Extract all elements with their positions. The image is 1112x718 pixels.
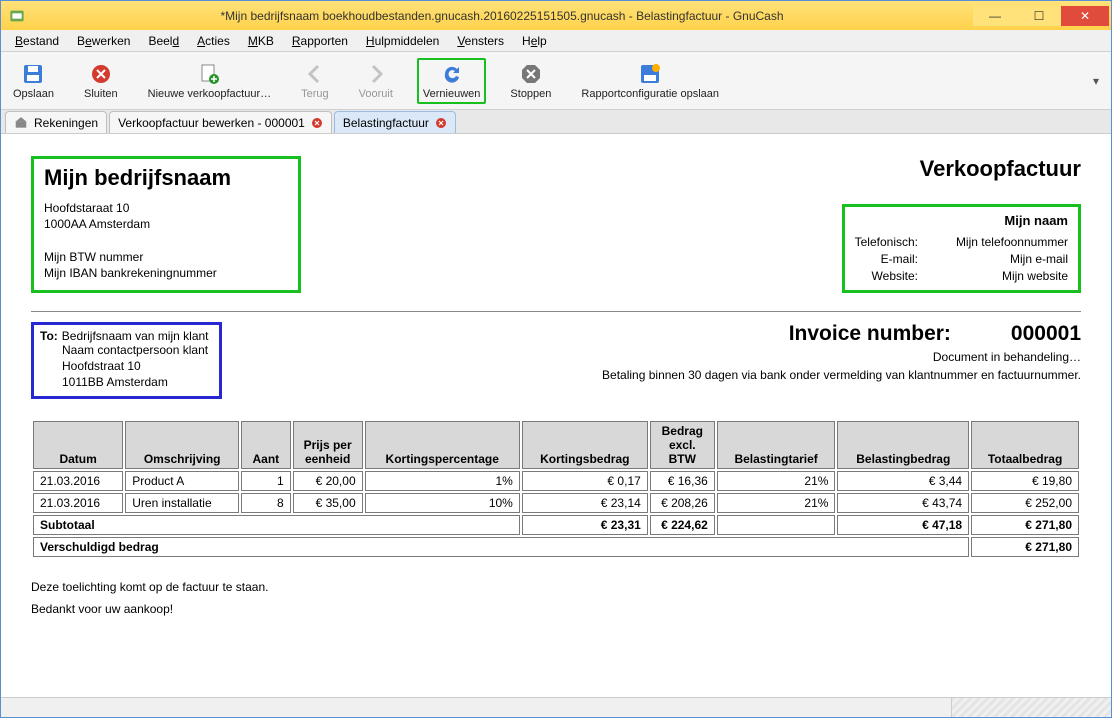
invoice-type: Verkoopfactuur <box>842 156 1081 182</box>
footer-notes: Deze toelichting komt op de factuur te s… <box>31 577 1081 620</box>
col-totaal: Totaalbedrag <box>971 421 1079 469</box>
table-row: 21.03.2016 Product A 1 € 20,00 1% € 0,17… <box>33 471 1079 491</box>
company-block: Mijn bedrijfsnaam Hoofdstaraat 10 1000AA… <box>31 156 301 293</box>
col-bedrag-excl: Bedrag excl. BTW <box>650 421 715 469</box>
table-row: 21.03.2016 Uren installatie 8 € 35,00 10… <box>33 493 1079 513</box>
menu-bewerken[interactable]: Bewerken <box>69 32 138 50</box>
statusbar <box>1 697 1111 717</box>
mid-row: To:Bedrijfsnaam van mijn klant Naam cont… <box>31 322 1081 399</box>
resize-grip[interactable] <box>951 698 1111 717</box>
refresh-icon <box>440 62 464 86</box>
invoice-number: 000001 <box>1011 322 1081 346</box>
subtotal-row: Subtotaal € 23,31 € 224,62 € 47,18 € 271… <box>33 515 1079 535</box>
toolbar: Opslaan Sluiten Nieuwe verkoopfactuur… T… <box>1 52 1111 110</box>
report-content: Mijn bedrijfsnaam Hoofdstaraat 10 1000AA… <box>1 134 1111 697</box>
save-report-config-button[interactable]: Rapportconfiguratie opslaan <box>575 58 725 104</box>
menu-beeld[interactable]: Beeld <box>140 32 187 50</box>
stop-icon <box>519 62 543 86</box>
menu-acties[interactable]: Acties <box>189 32 238 50</box>
minimize-button[interactable]: — <box>973 6 1017 26</box>
menubar: Bestand Bewerken Beeld Acties MKB Rappor… <box>1 30 1111 52</box>
maximize-button[interactable]: ☐ <box>1017 6 1061 26</box>
close-button[interactable]: ✕ <box>1061 6 1109 26</box>
new-invoice-button[interactable]: Nieuwe verkoopfactuur… <box>142 58 278 104</box>
menu-bestand[interactable]: Bestand <box>7 32 67 50</box>
new-doc-icon <box>197 62 221 86</box>
menu-vensters[interactable]: Vensters <box>449 32 512 50</box>
invoice-number-block: Invoice number: 000001 Document in behan… <box>602 322 1081 382</box>
window-title: *Mijn bedrijfsnaam boekhoudbestanden.gnu… <box>31 9 973 23</box>
menu-hulpmiddelen[interactable]: Hulpmiddelen <box>358 32 447 50</box>
company-address: Hoofdstaraat 10 1000AA Amsterdam <box>44 201 288 232</box>
tabstrip: Rekeningen Verkoopfactuur bewerken - 000… <box>1 110 1111 134</box>
menu-rapporten[interactable]: Rapporten <box>284 32 356 50</box>
back-arrow-icon <box>303 62 327 86</box>
invoice-right-block: Verkoopfactuur Mijn naam Telefonisch:Mij… <box>842 156 1081 293</box>
recipient-block: To:Bedrijfsnaam van mijn klant Naam cont… <box>31 322 222 399</box>
company-vat-iban: Mijn BTW nummer Mijn IBAN bankrekeningnu… <box>44 250 288 281</box>
contact-box: Mijn naam Telefonisch:Mijn telefoonnumme… <box>842 204 1081 293</box>
tab-close-icon[interactable] <box>311 117 323 129</box>
col-belastingtarief: Belastingtarief <box>717 421 836 469</box>
accounts-icon <box>14 116 28 130</box>
close-tab-button[interactable]: Sluiten <box>78 58 124 104</box>
forward-arrow-icon <box>364 62 388 86</box>
due-row: Verschuldigd bedrag € 271,80 <box>33 537 1079 557</box>
divider <box>31 311 1081 312</box>
invoice-header: Mijn bedrijfsnaam Hoofdstaraat 10 1000AA… <box>31 156 1081 293</box>
tab-rekeningen[interactable]: Rekeningen <box>5 111 107 133</box>
col-kortingsbedrag: Kortingsbedrag <box>522 421 648 469</box>
payment-note: Betaling binnen 30 dagen via bank onder … <box>602 368 1081 382</box>
col-aant: Aant <box>241 421 291 469</box>
back-button: Terug <box>295 58 335 104</box>
col-datum: Datum <box>33 421 123 469</box>
document-status: Document in behandeling… <box>602 350 1081 364</box>
tab-close-icon[interactable] <box>435 117 447 129</box>
forward-button: Vooruit <box>353 58 399 104</box>
stop-button[interactable]: Stoppen <box>504 58 557 104</box>
tab-verkoopfactuur-bewerken[interactable]: Verkoopfactuur bewerken - 000001 <box>109 111 332 133</box>
menu-mkb[interactable]: MKB <box>240 32 282 50</box>
close-icon <box>89 62 113 86</box>
app-window: *Mijn bedrijfsnaam boekhoudbestanden.gnu… <box>0 0 1112 718</box>
menu-help[interactable]: Help <box>514 32 555 50</box>
invoice-number-label: Invoice number: <box>789 322 951 346</box>
save-config-icon <box>638 62 662 86</box>
tab-belastingfactuur[interactable]: Belastingfactuur <box>334 111 456 133</box>
app-icon <box>9 8 25 24</box>
save-button[interactable]: Opslaan <box>7 58 60 104</box>
col-omschrijving: Omschrijving <box>125 421 239 469</box>
invoice-table: Datum Omschrijving Aant Prijs per eenhei… <box>31 419 1081 559</box>
titlebar: *Mijn bedrijfsnaam boekhoudbestanden.gnu… <box>1 1 1111 30</box>
toolbar-overflow[interactable]: ▾ <box>1087 74 1105 88</box>
col-kortingsperc: Kortingspercentage <box>365 421 520 469</box>
refresh-button[interactable]: Vernieuwen <box>417 58 487 104</box>
save-icon <box>21 62 45 86</box>
col-prijs: Prijs per eenheid <box>293 421 363 469</box>
col-belastingbedrag: Belastingbedrag <box>837 421 969 469</box>
contact-name: Mijn naam <box>855 213 1068 228</box>
window-controls: — ☐ ✕ <box>973 6 1109 26</box>
company-name: Mijn bedrijfsnaam <box>44 165 288 191</box>
